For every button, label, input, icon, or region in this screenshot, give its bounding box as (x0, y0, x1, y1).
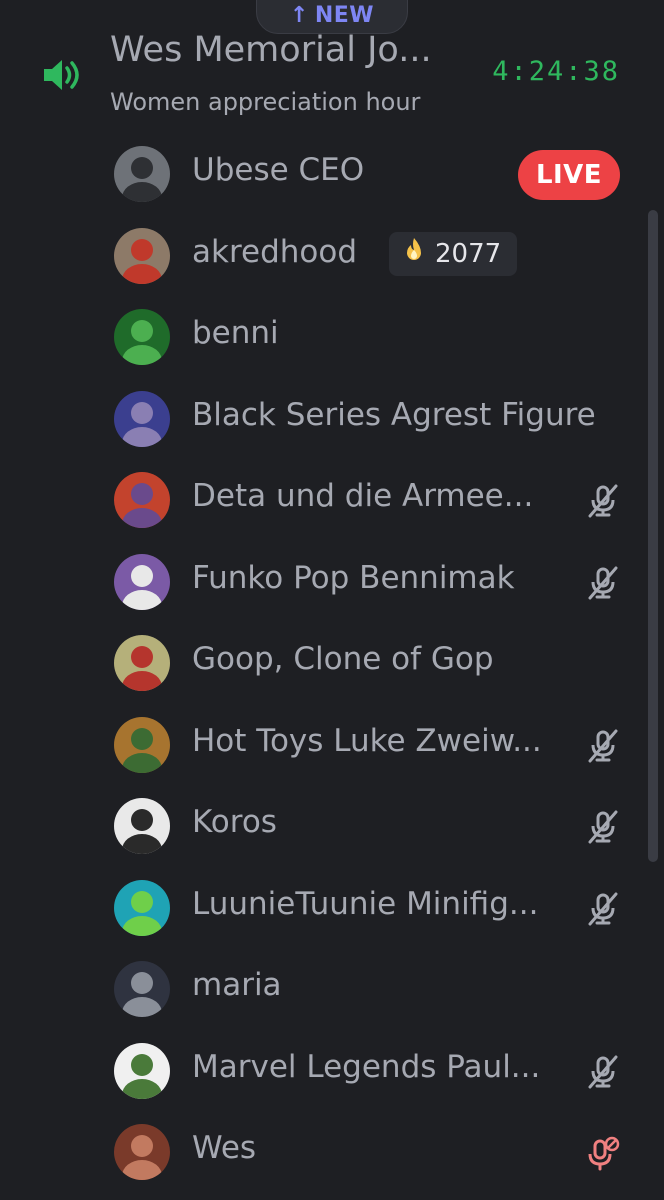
member-row[interactable]: Ubese CEO LIVE (0, 134, 664, 216)
avatar[interactable] (114, 1124, 170, 1180)
avatar[interactable] (114, 1042, 170, 1099)
boost-count: 2077 (435, 238, 502, 269)
new-label: NEW (314, 2, 375, 28)
avatar[interactable] (114, 146, 170, 202)
channel-topic: Women appreciation hour (110, 88, 421, 116)
avatar[interactable] (114, 309, 170, 365)
avatar[interactable] (114, 553, 170, 610)
mic-muted-icon (584, 564, 622, 602)
member-name: Hot Toys Luke Zweiw... (192, 722, 542, 759)
voice-channel-header[interactable]: Wes Memorial Jo... 4:24:38 Women appreci… (0, 28, 664, 120)
avatar[interactable] (114, 716, 170, 773)
member-row[interactable]: Black Series Agrest Figure (0, 379, 664, 461)
member-row[interactable]: benni (0, 297, 664, 379)
member-row[interactable]: Hot Toys Luke Zweiw... (0, 705, 664, 787)
call-timer: 4:24:38 (492, 56, 620, 87)
member-row[interactable]: Wes (0, 1112, 664, 1194)
member-row[interactable]: Funko Pop Bennimak (0, 542, 664, 624)
member-name: Ubese CEO (192, 152, 365, 188)
member-row[interactable]: akredhood 2077 (0, 216, 664, 298)
mic-muted-icon (584, 890, 622, 928)
member-name: akredhood (192, 233, 358, 270)
member-name: LuunieTuunie Minifig... (192, 885, 539, 922)
mic-muted-icon (584, 482, 622, 520)
live-badge[interactable]: LIVE (518, 150, 620, 200)
avatar[interactable] (114, 227, 170, 284)
member-name: Goop, Clone of Gop (192, 641, 494, 677)
avatar[interactable] (114, 879, 170, 936)
member-row[interactable]: Marvel Legends Paul... (0, 1031, 664, 1113)
member-row[interactable]: Koros (0, 786, 664, 868)
avatar[interactable] (114, 798, 170, 854)
avatar[interactable] (114, 635, 170, 691)
member-name: benni (192, 315, 279, 351)
member-name: maria (192, 967, 282, 1003)
avatar[interactable] (114, 390, 170, 447)
member-row[interactable]: Goop, Clone of Gop (0, 623, 664, 705)
mic-muted-icon (584, 727, 622, 765)
member-row[interactable]: maria (0, 949, 664, 1031)
channel-name: Wes Memorial Jo... (110, 30, 432, 70)
member-row[interactable]: LuunieTuunie Minifig... (0, 868, 664, 950)
member-name: Deta und die Armee... (192, 478, 534, 514)
avatar[interactable] (114, 961, 170, 1017)
voice-member-list: Ubese CEO LIVE akredhood 2077 benni Black Ser… (0, 134, 664, 1194)
mic-muted-icon (584, 808, 622, 846)
member-name: Black Series Agrest Figure (192, 396, 596, 433)
mic-muted-icon (584, 1053, 622, 1091)
flame-icon (399, 235, 429, 272)
avatar[interactable] (114, 472, 170, 528)
member-name: Koros (192, 804, 277, 840)
scrollbar[interactable] (648, 210, 658, 862)
boost-badge[interactable]: 2077 (389, 231, 517, 276)
speaker-icon (40, 52, 86, 98)
member-row[interactable]: Deta und die Armee... (0, 460, 664, 542)
member-name: Funko Pop Bennimak (192, 559, 515, 596)
member-name: Wes (192, 1130, 257, 1166)
arrow-up-icon: ↑ (289, 2, 309, 28)
member-name: Marvel Legends Paul... (192, 1048, 541, 1085)
server-muted-mic-icon (584, 1134, 622, 1172)
